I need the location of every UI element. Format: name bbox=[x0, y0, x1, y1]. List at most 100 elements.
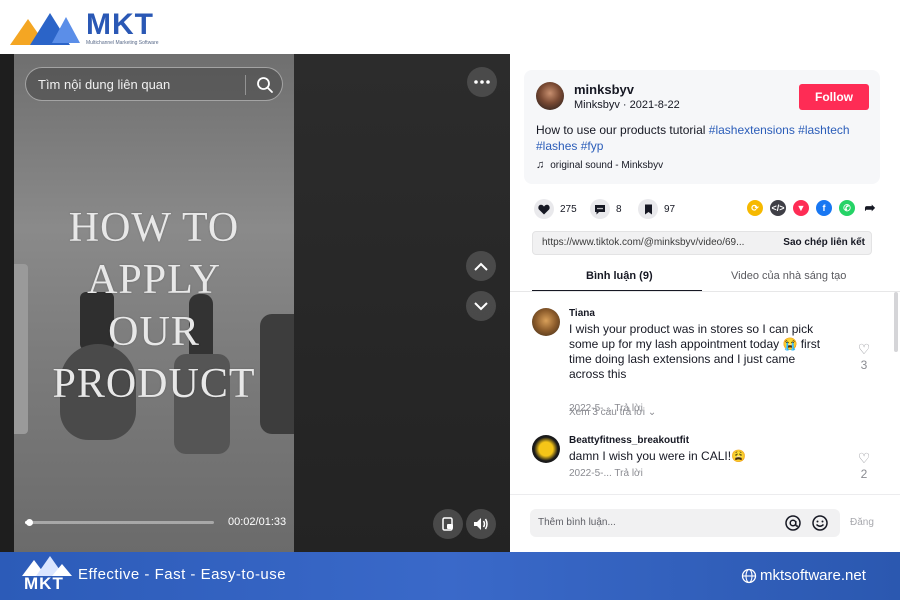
video-player[interactable]: HOW TO APPLY OUR PRODUCT Tìm nội dung li… bbox=[0, 54, 510, 552]
video-progress-knob[interactable] bbox=[25, 519, 33, 526]
comment-button[interactable]: 8 bbox=[590, 199, 622, 219]
share-arrow-icon[interactable]: ➦ bbox=[862, 200, 878, 216]
chevron-up-icon bbox=[474, 262, 488, 271]
comment-input[interactable]: Thêm bình luận... bbox=[530, 509, 840, 537]
avatar[interactable] bbox=[536, 82, 564, 110]
video-overlay-text: HOW TO APPLY OUR PRODUCT bbox=[14, 202, 294, 410]
hashtag-link[interactable]: #lashtech bbox=[798, 123, 849, 137]
mkt-logo: MKT bbox=[22, 556, 72, 596]
website-link[interactable]: mktsoftware.net bbox=[741, 567, 866, 584]
brand-subtitle: Multichannel Marketing Software bbox=[86, 40, 159, 46]
facebook-icon[interactable]: f bbox=[816, 200, 832, 216]
comment-username[interactable]: Tiana bbox=[569, 308, 595, 319]
comment-composer: Thêm bình luận... Đăng bbox=[510, 494, 900, 552]
actions-row: 275 8 97 ⟳ </> ▼ f ✆ ➦ bbox=[534, 199, 880, 221]
comment-item: Tiana I wish your product was in stores … bbox=[532, 308, 872, 423]
previous-video-button[interactable] bbox=[466, 251, 496, 281]
mention-icon[interactable] bbox=[784, 514, 802, 532]
comment-text: I wish your product was in stores so I c… bbox=[569, 322, 821, 381]
overlay-line: PRODUCT bbox=[52, 361, 256, 407]
send-to-friends-icon[interactable]: ▼ bbox=[793, 200, 809, 216]
follow-button[interactable]: Follow bbox=[799, 84, 869, 110]
video-frame[interactable]: HOW TO APPLY OUR PRODUCT bbox=[14, 54, 294, 552]
like-count: 275 bbox=[560, 203, 577, 215]
comment-icon bbox=[590, 199, 610, 219]
tab-creator-videos[interactable]: Video của nhà sáng tạo bbox=[731, 270, 846, 282]
hashtag-link[interactable]: #fyp bbox=[581, 139, 604, 153]
comment-text: damn I wish you were in CALI!😩 bbox=[569, 449, 747, 463]
music-note-icon: ♫ bbox=[536, 159, 545, 171]
post-info-card: minksbyv Minksbyv · 2021-8-22 Follow How… bbox=[524, 70, 880, 184]
next-video-button[interactable] bbox=[466, 291, 496, 321]
author-meta: Minksbyv · 2021-8-22 bbox=[574, 99, 680, 111]
description-text: How to use our products tutorial bbox=[536, 123, 709, 137]
more-dots-icon bbox=[474, 80, 490, 84]
heart-outline-icon: ♡ bbox=[857, 450, 871, 466]
video-link-box: https://www.tiktok.com/@minksbyv/video/6… bbox=[532, 231, 872, 255]
whatsapp-icon[interactable]: ✆ bbox=[839, 200, 855, 216]
video-time: 00:02/01:33 bbox=[228, 516, 287, 528]
comment-like-button[interactable]: ♡ 2 bbox=[856, 451, 872, 481]
comment-like-count: 3 bbox=[860, 358, 868, 372]
heart-icon bbox=[534, 199, 554, 219]
tab-bar: Bình luận (9) Video của nhà sáng tạo bbox=[532, 266, 876, 292]
globe-icon bbox=[741, 568, 757, 583]
floating-player-icon bbox=[442, 517, 453, 531]
chevron-down-icon: ⌄ bbox=[647, 407, 657, 418]
website-text: mktsoftware.net bbox=[760, 567, 866, 584]
search-icon[interactable] bbox=[255, 75, 275, 95]
video-url[interactable]: https://www.tiktok.com/@minksbyv/video/6… bbox=[542, 237, 744, 248]
reply-link[interactable]: Trả lời bbox=[614, 468, 642, 479]
hashtag-link[interactable]: #lashes bbox=[536, 139, 577, 153]
brand-name: MKT bbox=[24, 574, 64, 593]
volume-icon bbox=[474, 518, 488, 530]
comments-scrollbar[interactable] bbox=[894, 292, 898, 352]
volume-button[interactable] bbox=[466, 509, 496, 539]
copy-link-button[interactable]: Sao chép liên kết bbox=[783, 237, 865, 248]
brand-header: MKT Multichannel Marketing Software bbox=[0, 0, 900, 54]
comment-meta: 2022-5-... Trả lời bbox=[569, 468, 643, 479]
comment-like-count: 2 bbox=[860, 467, 868, 481]
like-button[interactable]: 275 bbox=[534, 199, 577, 219]
bookmark-icon bbox=[638, 199, 658, 219]
comment-list: Tiana I wish your product was in stores … bbox=[510, 292, 900, 492]
avatar[interactable] bbox=[532, 435, 560, 463]
chevron-down-icon bbox=[474, 301, 488, 310]
comment-placeholder: Thêm bình luận... bbox=[538, 517, 616, 528]
overlay-line: HOW TO bbox=[68, 205, 240, 251]
brand-name: MKT bbox=[86, 8, 154, 41]
tab-comments[interactable]: Bình luận (9) bbox=[586, 270, 653, 282]
comment-item: Beattyfitness_breakoutfit damn I wish yo… bbox=[532, 435, 872, 492]
mkt-logo-mark-icon bbox=[10, 11, 82, 47]
brand-footer: MKT Effective - Fast - Easy-to-use mktso… bbox=[0, 552, 900, 600]
related-search-input[interactable]: Tìm nội dung liên quan bbox=[25, 67, 283, 101]
author-username[interactable]: minksbyv bbox=[574, 82, 634, 97]
search-divider bbox=[245, 75, 246, 95]
comment-count: 8 bbox=[616, 203, 622, 215]
more-options-button[interactable] bbox=[467, 67, 497, 97]
video-progress-bar[interactable] bbox=[25, 519, 214, 526]
repost-icon[interactable]: ⟳ bbox=[747, 200, 763, 216]
share-options: ⟳ </> ▼ f ✆ ➦ bbox=[747, 200, 885, 216]
view-replies-text: Xem 3 câu trả lời bbox=[569, 407, 646, 418]
view-replies-link[interactable]: Xem 3 câu trả lời ⌄ bbox=[569, 407, 656, 418]
save-button[interactable]: 97 bbox=[638, 199, 675, 219]
comment-date: 2022-5-... bbox=[569, 468, 612, 479]
avatar[interactable] bbox=[532, 308, 560, 336]
comment-username[interactable]: Beattyfitness_breakoutfit bbox=[569, 435, 689, 446]
comment-like-button[interactable]: ♡ 3 bbox=[856, 342, 872, 372]
embed-icon[interactable]: </> bbox=[770, 200, 786, 216]
details-panel: minksbyv Minksbyv · 2021-8-22 Follow How… bbox=[510, 54, 900, 552]
sound-name: original sound - Minksbyv bbox=[550, 159, 664, 171]
emoji-icon[interactable] bbox=[811, 514, 829, 532]
hashtag-link[interactable]: #lashextensions bbox=[709, 123, 795, 137]
search-placeholder: Tìm nội dung liên quan bbox=[38, 77, 171, 92]
sound-link[interactable]: ♫ original sound - Minksbyv bbox=[536, 159, 663, 171]
floating-player-button[interactable] bbox=[433, 509, 463, 539]
post-comment-button[interactable]: Đăng bbox=[850, 517, 874, 528]
save-count: 97 bbox=[664, 203, 676, 215]
heart-outline-icon: ♡ bbox=[857, 341, 871, 357]
post-description: How to use our products tutorial #lashex… bbox=[536, 122, 871, 154]
brand-tagline: Effective - Fast - Easy-to-use bbox=[78, 566, 287, 583]
page: MKT Multichannel Marketing Software HOW … bbox=[0, 0, 900, 600]
